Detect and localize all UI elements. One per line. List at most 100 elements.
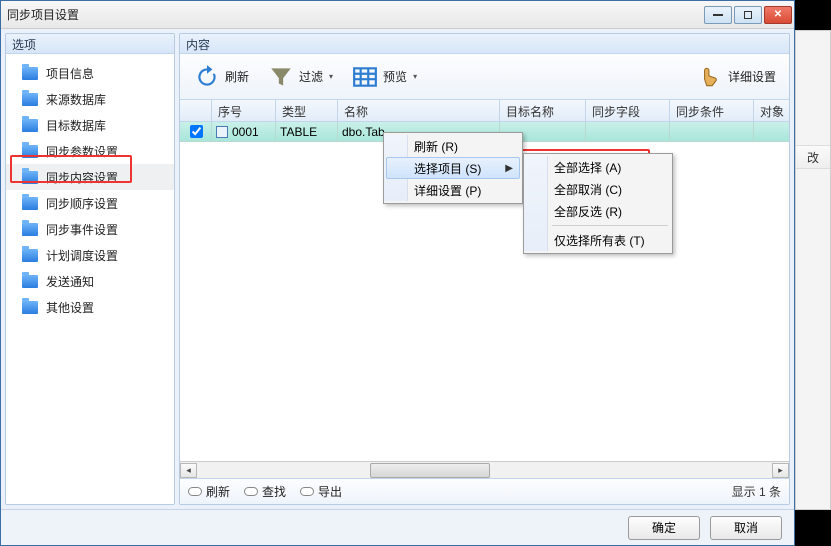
sidebar-item-sync-params[interactable]: 同步参数设置 bbox=[6, 138, 174, 164]
folder-icon bbox=[22, 301, 38, 314]
menu-item-detail-settings[interactable]: 详细设置 (P) bbox=[386, 179, 520, 201]
scroll-track[interactable] bbox=[197, 463, 772, 478]
menu-item-refresh[interactable]: 刷新 (R) bbox=[386, 135, 520, 157]
toolbar-preview-label: 预览 bbox=[383, 68, 407, 85]
status-export[interactable]: 导出 bbox=[300, 483, 342, 500]
scroll-left-arrow[interactable]: ◂ bbox=[180, 463, 197, 478]
chevron-down-icon: ▾ bbox=[329, 72, 333, 81]
background-black bbox=[795, 0, 831, 30]
submenu-item-select-all[interactable]: 全部选择 (A) bbox=[526, 156, 670, 178]
sidebar-item-label: 发送通知 bbox=[46, 273, 94, 290]
pill-icon bbox=[188, 487, 202, 496]
filter-icon bbox=[267, 63, 295, 91]
toolbar-filter-label: 过滤 bbox=[299, 68, 323, 85]
sidebar-item-project-info[interactable]: 项目信息 bbox=[6, 60, 174, 86]
close-button[interactable]: ✕ bbox=[764, 6, 792, 24]
ok-button[interactable]: 确定 bbox=[628, 516, 700, 540]
submenu-item-deselect-all[interactable]: 全部取消 (C) bbox=[526, 178, 670, 200]
menu-item-label: 刷新 (R) bbox=[414, 138, 458, 155]
scroll-right-arrow[interactable]: ▸ bbox=[772, 463, 789, 478]
status-export-label: 导出 bbox=[318, 483, 342, 500]
col-target-name[interactable]: 目标名称 bbox=[500, 100, 586, 121]
folder-icon bbox=[22, 145, 38, 158]
cell-seq: 0001 bbox=[212, 122, 276, 141]
col-sync-cond[interactable]: 同步条件 bbox=[670, 100, 754, 121]
col-seq[interactable]: 序号 bbox=[212, 100, 276, 121]
sidebar-item-label: 其他设置 bbox=[46, 299, 94, 316]
folder-icon bbox=[22, 197, 38, 210]
menu-separator bbox=[552, 225, 668, 226]
sidebar-item-sync-content[interactable]: 同步内容设置 bbox=[6, 164, 174, 190]
sidebar-item-sync-events[interactable]: 同步事件设置 bbox=[6, 216, 174, 242]
dialog-body: 选项 项目信息 来源数据库 目标数据库 同步参数设置 同步内容设置 同步顺序设置… bbox=[1, 29, 794, 509]
sidebar-header: 选项 bbox=[6, 34, 174, 54]
status-refresh[interactable]: 刷新 bbox=[188, 483, 230, 500]
sidebar-panel: 选项 项目信息 来源数据库 目标数据库 同步参数设置 同步内容设置 同步顺序设置… bbox=[5, 33, 175, 505]
folder-icon bbox=[22, 171, 38, 184]
menu-item-label: 选择项目 (S) bbox=[414, 160, 481, 177]
sidebar-item-label: 同步参数设置 bbox=[46, 143, 118, 160]
status-count: 显示 1 条 bbox=[732, 483, 781, 500]
chevron-down-icon: ▾ bbox=[413, 72, 417, 81]
folder-icon bbox=[22, 93, 38, 106]
menu-item-label: 全部选择 (A) bbox=[554, 159, 621, 176]
submenu-item-invert[interactable]: 全部反选 (R) bbox=[526, 200, 670, 222]
window-controls: ✕ bbox=[704, 6, 792, 24]
bg-stub-button[interactable]: 改 bbox=[796, 145, 830, 169]
cancel-button[interactable]: 取消 bbox=[710, 516, 782, 540]
context-submenu: 全部选择 (A) 全部取消 (C) 全部反选 (R) 仅选择所有表 (T) bbox=[523, 153, 673, 254]
menu-item-label: 仅选择所有表 (T) bbox=[554, 232, 645, 249]
menu-item-select-items[interactable]: 选择项目 (S)▶ bbox=[386, 157, 520, 179]
minimize-button[interactable] bbox=[704, 6, 732, 24]
toolbar-filter[interactable]: 过滤 ▾ bbox=[260, 58, 340, 96]
toolbar-preview[interactable]: 预览 ▾ bbox=[344, 58, 424, 96]
main-panel: 内容 刷新 过滤 ▾ bbox=[179, 33, 790, 505]
folder-icon bbox=[22, 275, 38, 288]
table-icon bbox=[216, 126, 228, 138]
menu-item-label: 详细设置 (P) bbox=[414, 182, 481, 199]
sidebar-item-target-db[interactable]: 目标数据库 bbox=[6, 112, 174, 138]
toolbar: 刷新 过滤 ▾ 预览 ▾ bbox=[180, 54, 789, 100]
cell-seq-text: 0001 bbox=[232, 125, 259, 139]
sidebar-item-source-db[interactable]: 来源数据库 bbox=[6, 86, 174, 112]
sidebar-item-label: 同步顺序设置 bbox=[46, 195, 118, 212]
horizontal-scrollbar[interactable]: ◂ ▸ bbox=[180, 461, 789, 478]
col-type[interactable]: 类型 bbox=[276, 100, 338, 121]
col-name[interactable]: 名称 bbox=[338, 100, 500, 121]
scroll-thumb[interactable] bbox=[370, 463, 490, 478]
sidebar-item-label: 目标数据库 bbox=[46, 117, 106, 134]
folder-icon bbox=[22, 249, 38, 262]
toolbar-refresh[interactable]: 刷新 bbox=[186, 58, 256, 96]
status-find-label: 查找 bbox=[262, 483, 286, 500]
row-checkbox[interactable] bbox=[190, 125, 203, 138]
sidebar-item-sync-order[interactable]: 同步顺序设置 bbox=[6, 190, 174, 216]
toolbar-detail-settings[interactable]: 详细设置 bbox=[689, 58, 783, 96]
pill-icon bbox=[300, 487, 314, 496]
sidebar-item-label: 项目信息 bbox=[46, 65, 94, 82]
col-checkbox[interactable] bbox=[180, 100, 212, 121]
dialog-footer: 确定 取消 bbox=[1, 509, 794, 545]
cell-sync-field bbox=[586, 122, 670, 141]
col-object[interactable]: 对象 bbox=[754, 100, 790, 121]
maximize-button[interactable] bbox=[734, 6, 762, 24]
sidebar-item-notify[interactable]: 发送通知 bbox=[6, 268, 174, 294]
status-refresh-label: 刷新 bbox=[206, 483, 230, 500]
toolbar-detail-label: 详细设置 bbox=[728, 68, 776, 85]
context-menu: 刷新 (R) 选择项目 (S)▶ 详细设置 (P) bbox=[383, 132, 523, 204]
sidebar-item-label: 计划调度设置 bbox=[46, 247, 118, 264]
titlebar: 同步项目设置 ✕ bbox=[1, 1, 794, 29]
cell-type: TABLE bbox=[276, 122, 338, 141]
sidebar-item-schedule[interactable]: 计划调度设置 bbox=[6, 242, 174, 268]
sidebar-items: 项目信息 来源数据库 目标数据库 同步参数设置 同步内容设置 同步顺序设置 同步… bbox=[6, 54, 174, 326]
refresh-icon bbox=[193, 63, 221, 91]
menu-item-label: 全部反选 (R) bbox=[554, 203, 622, 220]
window-title: 同步项目设置 bbox=[7, 6, 79, 23]
sidebar-item-other[interactable]: 其他设置 bbox=[6, 294, 174, 320]
folder-icon bbox=[22, 223, 38, 236]
col-sync-field[interactable]: 同步字段 bbox=[586, 100, 670, 121]
background-panel: 改 bbox=[795, 30, 831, 510]
status-find[interactable]: 查找 bbox=[244, 483, 286, 500]
submenu-item-tables-only[interactable]: 仅选择所有表 (T) bbox=[526, 229, 670, 251]
sidebar-item-label: 来源数据库 bbox=[46, 91, 106, 108]
preview-icon bbox=[351, 63, 379, 91]
